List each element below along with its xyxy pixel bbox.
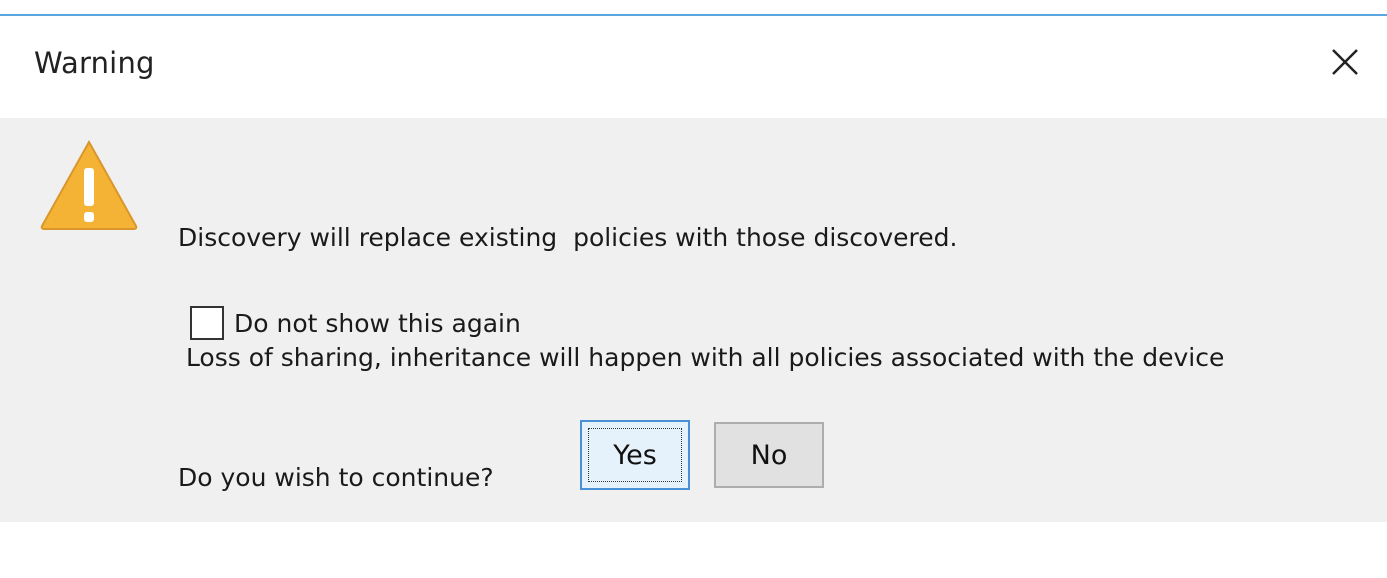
message-line-3: Do you wish to continue? [178,463,494,492]
message-line-2: Loss of sharing, inheritance will happen… [178,343,1225,372]
checkbox-label[interactable]: Do not show this again [234,309,521,338]
dialog-content: Discovery will replace existing policies… [0,118,1387,522]
message-line-1: Discovery will replace existing policies… [178,223,958,252]
close-icon [1332,49,1358,75]
no-button[interactable]: No [714,422,824,488]
warning-triangle-icon [40,139,138,230]
dialog-title: Warning [34,46,155,80]
no-button-label: No [750,439,788,471]
yes-button-label: Yes [613,439,657,471]
close-button[interactable] [1317,34,1373,90]
yes-button[interactable]: Yes [580,420,690,490]
warning-dialog: Warning Discovery will replace existing … [0,0,1387,522]
warning-message: Discovery will replace existing policies… [178,138,1224,578]
title-bar[interactable]: Warning [0,16,1387,118]
checkbox-box[interactable] [190,306,224,340]
do-not-show-again-checkbox[interactable]: Do not show this again [190,306,521,340]
